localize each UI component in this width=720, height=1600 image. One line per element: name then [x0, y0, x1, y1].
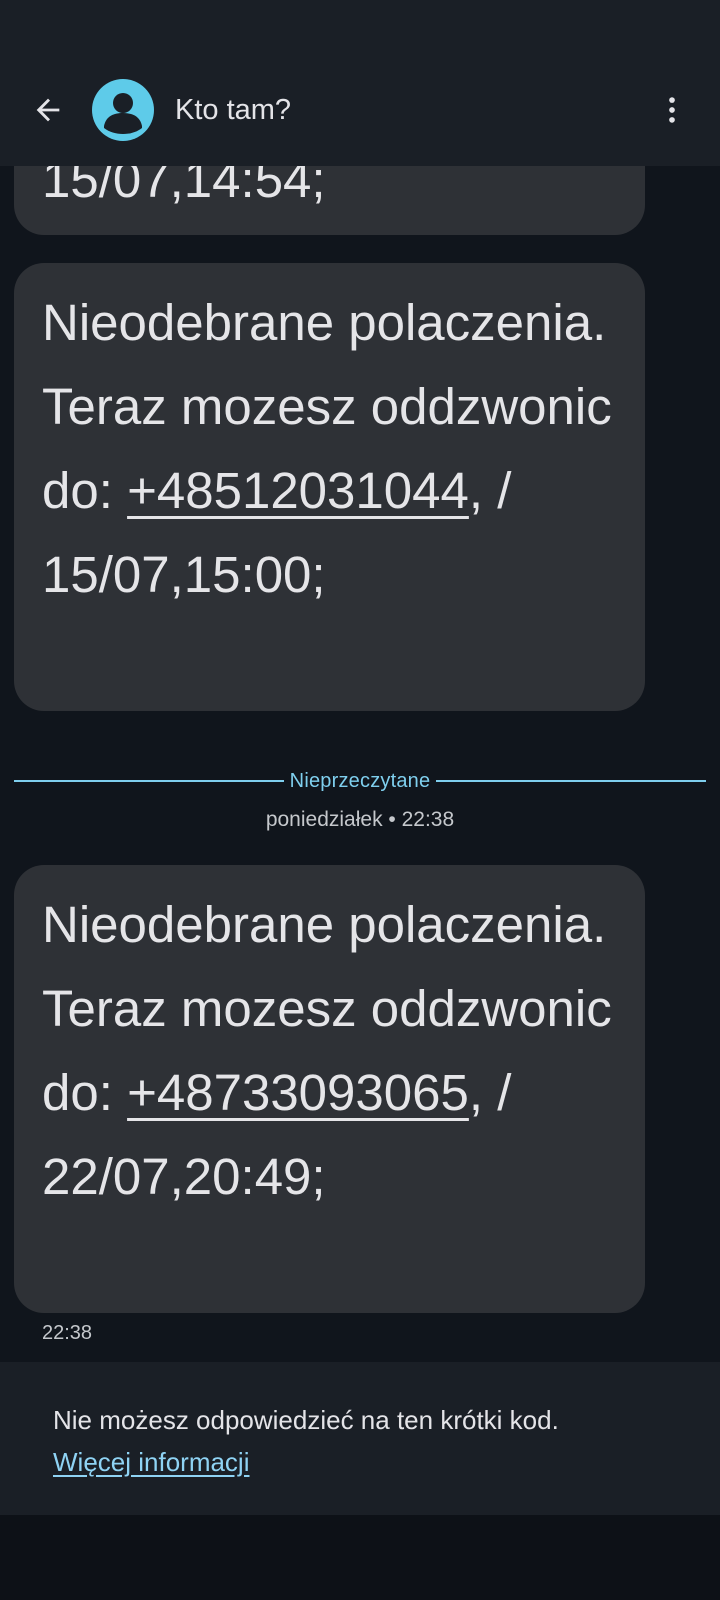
- date-stamp: poniedziałek • 22:38: [265, 808, 455, 831]
- message-bubble[interactable]: Nieodebrane polaczenia. Teraz mozesz odd…: [14, 865, 645, 1313]
- reply-disabled-notice: Nie możesz odpowiedzieć na ten krótki ko…: [0, 1362, 720, 1515]
- back-button[interactable]: [26, 88, 70, 132]
- more-vert-icon: [669, 97, 675, 123]
- unread-label: Nieprzeczytane: [289, 769, 431, 792]
- system-navigation-bar: [0, 1515, 720, 1600]
- arrow-left-icon: [36, 98, 60, 122]
- more-options-button[interactable]: [650, 88, 694, 132]
- notice-text: Nie możesz odpowiedzieć na ten krótki ko…: [53, 1405, 559, 1435]
- phone-link[interactable]: +48512031044: [127, 462, 469, 519]
- contact-name[interactable]: Kto tam?: [175, 90, 291, 130]
- message-bubble[interactable]: Nieodebrane polaczenia. Teraz mozesz odd…: [14, 263, 645, 711]
- message-timestamp: 22:38: [42, 1322, 93, 1344]
- person-icon: [104, 93, 142, 134]
- divider-line: [436, 780, 706, 782]
- unread-divider: Nieprzeczytane: [14, 766, 706, 796]
- conversation-thread[interactable]: 15/07,14:54; Nieodebrane polaczenia. Ter…: [0, 0, 720, 1360]
- messages-app: 15/07,14:54; Nieodebrane polaczenia. Ter…: [0, 0, 720, 1600]
- divider-line: [14, 780, 284, 782]
- phone-link[interactable]: +48733093065: [127, 1064, 469, 1121]
- more-info-link[interactable]: Więcej informacji: [53, 1442, 250, 1482]
- avatar[interactable]: [92, 79, 154, 141]
- app-bar: Kto tam?: [0, 0, 720, 166]
